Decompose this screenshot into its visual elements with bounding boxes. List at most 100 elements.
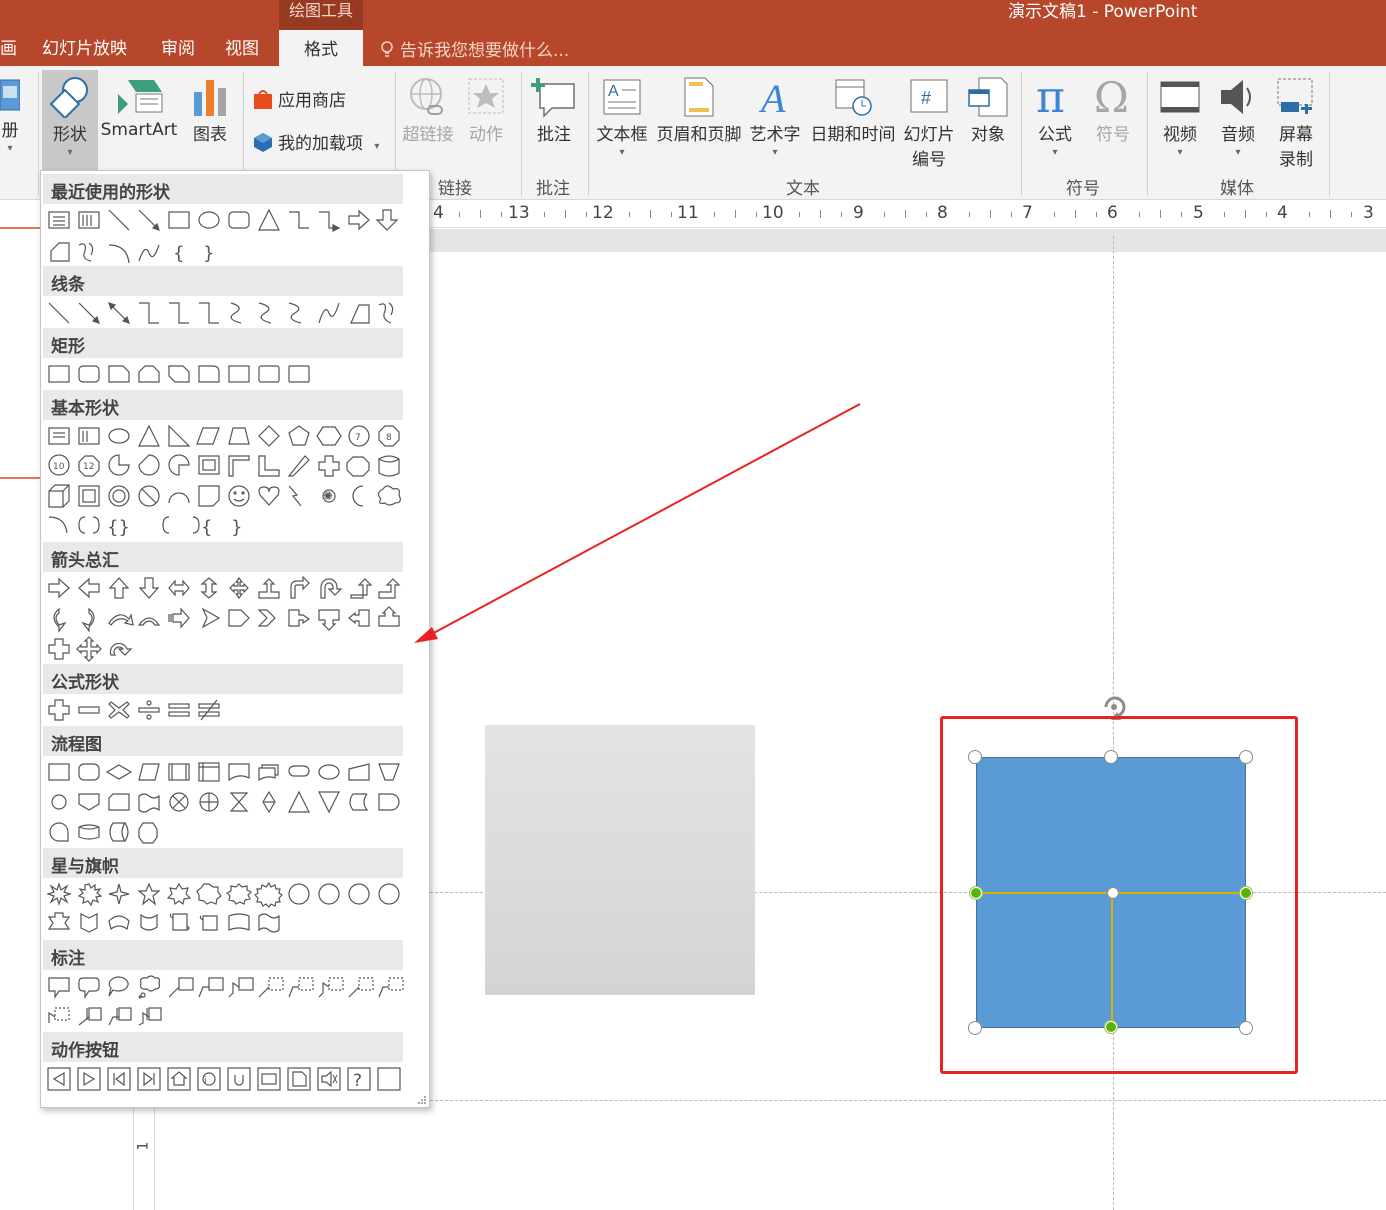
tab-review[interactable]: 审阅 [161, 34, 195, 59]
ruler-tick [905, 210, 906, 218]
shape-row[interactable] [45, 881, 405, 937]
svg-text:✺: ✺ [323, 489, 333, 503]
video-button[interactable]: 视频 ▾ [1158, 76, 1202, 158]
highlight-frame [940, 716, 1298, 1074]
shape-row[interactable] [45, 575, 405, 663]
shapes-icon [49, 77, 88, 118]
textbox-button[interactable]: A 文本框 ▾ [594, 76, 650, 158]
ruler-number: 7 [1022, 203, 1033, 223]
arrow-shapes-icons[interactable] [45, 575, 405, 663]
shape-row[interactable]: i ? [45, 1065, 405, 1093]
resize-grip-icon[interactable] [417, 1095, 427, 1105]
ruler-tick [990, 210, 991, 218]
ruler-tick [756, 212, 757, 217]
shape-row[interactable] [45, 361, 405, 387]
category-recent: 最近使用的形状 [43, 174, 403, 204]
vertical-ruler[interactable]: 1 [133, 1106, 155, 1210]
symbol-label: 符号 [1096, 125, 1130, 145]
shape-number: 8 [386, 433, 392, 443]
star-shapes-icons[interactable] [45, 881, 405, 937]
pi-icon: π [1036, 76, 1065, 118]
svg-text:Ω: Ω [1094, 76, 1129, 118]
group-separator [1147, 72, 1148, 196]
chevron-down-icon: ▾ [374, 141, 380, 152]
basic-shapes-icons[interactable]: ✺ 7 8 10 12 {} { } [45, 423, 405, 541]
tell-me-search[interactable]: 告诉我您想要做什么... [380, 36, 569, 61]
slide-number-button[interactable]: # 幻灯片 编号 [901, 76, 957, 170]
ruler-tick [1224, 212, 1225, 217]
audio-button[interactable]: 音频 ▾ [1216, 76, 1260, 158]
ruler-number: 8 [937, 203, 948, 223]
ruler-tick [1054, 212, 1055, 217]
calendar-clock-icon [835, 79, 872, 116]
ruler-tick [1266, 212, 1267, 217]
powerpoint-window: 绘图工具 演示文稿1 - PowerPoint 画 幻灯片放映 审阅 视图 格式… [0, 0, 1386, 1210]
action-button-shapes-icons[interactable]: i ? [45, 1065, 405, 1093]
store-button[interactable]: 应用商店 [252, 86, 346, 111]
screen-recording-label-1: 屏幕 [1279, 125, 1313, 145]
shape-row[interactable] [45, 759, 405, 847]
ruler-tick [650, 210, 651, 218]
ruler-tick [1351, 212, 1352, 217]
tab-view[interactable]: 视图 [225, 34, 259, 59]
datetime-button[interactable]: 日期和时间 [807, 76, 899, 145]
group-separator [1329, 72, 1330, 196]
tab-format[interactable]: 格式 [279, 30, 363, 66]
my-addins-button[interactable]: 我的加载项 ▾ [252, 129, 379, 154]
svg-text:{: { [201, 517, 212, 538]
callout-shapes-icons[interactable] [45, 973, 405, 1029]
category-equation: 公式形状 [43, 664, 403, 694]
chart-button[interactable]: 图表 [188, 76, 232, 145]
ruler-tick [841, 212, 842, 217]
hyperlink-button[interactable]: 超链接 [400, 76, 456, 145]
svg-text:i: i [204, 1076, 207, 1086]
slide-thumbnail-pane[interactable] [0, 200, 40, 1210]
recent-shapes-icons[interactable]: { } [45, 207, 405, 269]
screen-recording-button[interactable]: 屏幕 录制 [1274, 76, 1318, 170]
partial-album-button[interactable]: 册 ▾ [0, 76, 20, 154]
object-button[interactable]: 对象 [966, 76, 1010, 145]
category-lines: 线条 [43, 266, 403, 296]
shapes-gallery-dropdown[interactable]: 最近使用的形状 {} 线条 矩形 基本形状 ✺ 7 8 10 12 {} {… [40, 170, 430, 1108]
partial-album-label: 册 [1, 121, 19, 141]
svg-text:?: ? [353, 1071, 362, 1091]
ruler-number: 13 [508, 203, 530, 223]
action-button[interactable]: 动作 [464, 76, 508, 145]
wordart-button[interactable]: A 艺术字 ▾ [748, 76, 802, 158]
horizontal-ruler[interactable]: 4 13 12 11 10 9 8 7 6 5 4 3 [430, 200, 1386, 228]
star-action-icon [468, 78, 504, 114]
comment-button[interactable]: 批注 [528, 76, 580, 145]
shape-row[interactable] [45, 697, 405, 723]
symbol-button[interactable]: Ω 符号 [1090, 76, 1136, 145]
ruler-tick [1139, 212, 1140, 217]
shape-row[interactable] [45, 299, 405, 327]
equation-shapes-icons[interactable] [45, 697, 405, 723]
gray-rectangle-shape[interactable] [485, 725, 755, 995]
ruler-tick [586, 212, 587, 217]
ruler-tick [820, 210, 821, 218]
ruler-number: 12 [592, 203, 614, 223]
store-icon [254, 90, 272, 109]
tab-animations-partial[interactable]: 画 [0, 34, 17, 59]
header-footer-button[interactable]: 页眉和页脚 [654, 76, 744, 145]
tab-slideshow[interactable]: 幻灯片放映 [42, 34, 127, 59]
shapes-button[interactable]: 形状 ▾ [42, 76, 98, 158]
ruler-tick [926, 212, 927, 217]
equation-label: 公式 [1038, 125, 1072, 145]
shape-row[interactable]: { } [45, 207, 405, 269]
rectangle-shapes-icons[interactable] [45, 361, 405, 387]
svg-text:{: { [173, 243, 184, 264]
shape-row[interactable]: ✺ 7 8 10 12 {} { } [45, 423, 405, 541]
category-action-buttons: 动作按钮 [43, 1032, 403, 1062]
smartart-button[interactable]: SmartArt [100, 76, 178, 140]
ruler-tick [459, 212, 460, 217]
flowchart-shapes-icons[interactable] [45, 759, 405, 847]
shape-row[interactable] [45, 973, 405, 1029]
ruler-tick [629, 212, 630, 217]
line-shapes-icons[interactable] [45, 299, 405, 327]
equation-button[interactable]: π 公式 ▾ [1032, 76, 1078, 158]
ruler-number: 4 [433, 203, 444, 223]
globe-link-icon [410, 78, 443, 115]
svg-text:#: # [921, 88, 931, 108]
chevron-down-icon: ▾ [67, 147, 73, 158]
